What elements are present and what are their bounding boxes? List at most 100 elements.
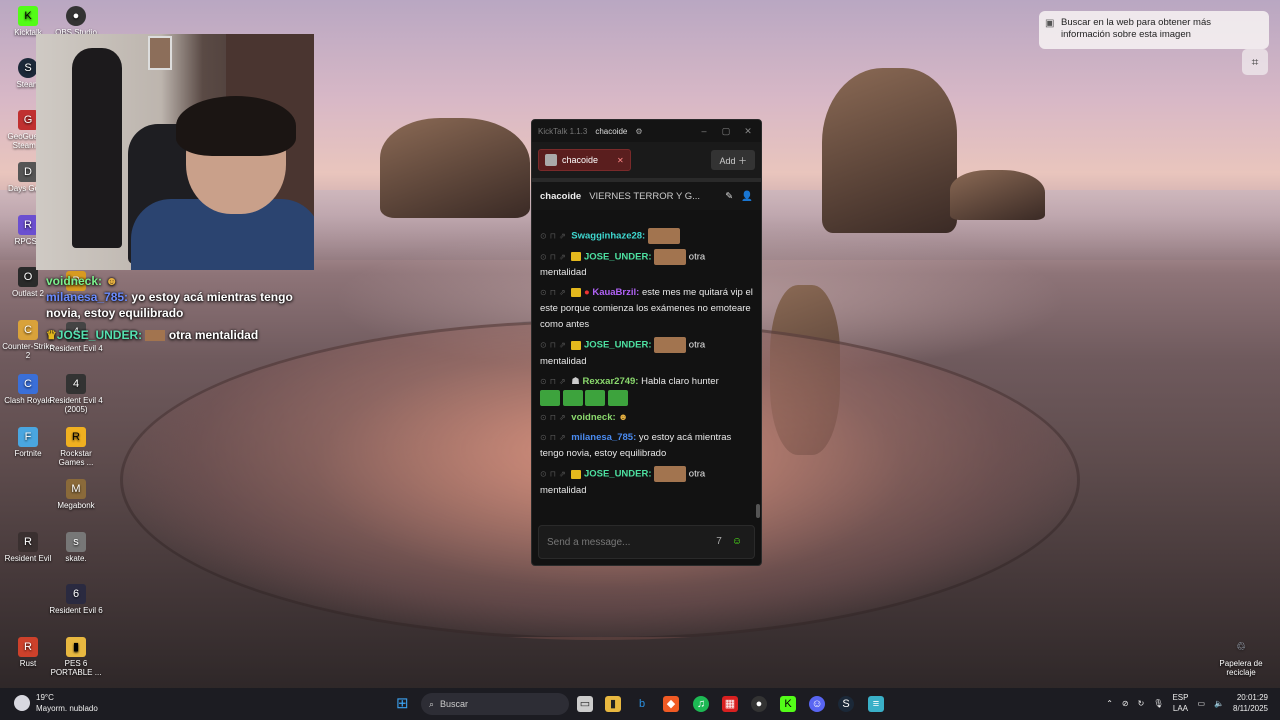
close-tab-icon[interactable]: ✕ (617, 156, 624, 165)
kick-emote-icon[interactable]: ☺ (728, 533, 746, 551)
user-icon[interactable]: 👤 (741, 191, 753, 202)
microphone-icon[interactable]: 🎙 (1153, 699, 1163, 708)
minimize-icon[interactable]: – (697, 126, 711, 136)
rpcs3-icon: R (18, 215, 38, 235)
seven-tv-emote-icon[interactable]: 7 (710, 533, 728, 551)
lens-tooltip-text: Buscar en la web para obtener más inform… (1061, 17, 1211, 40)
message-controls-icon[interactable]: ⊙⊓⇗ (540, 252, 569, 261)
emote-icon: ☻ (105, 274, 118, 288)
chat-message: ⊙⊓⇗ ● KauaBrzil: este mes me quitará vip… (540, 285, 753, 333)
display-icon[interactable]: ▭ (1197, 699, 1205, 708)
desktop-icon-obs[interactable]: ● OBS Studio (48, 6, 104, 37)
taskbar-search[interactable]: ⌕ Buscar (421, 693, 569, 715)
steam-taskbar-icon[interactable]: S (838, 696, 854, 712)
desktop-icon-pes6[interactable]: ▮ PES 6 PORTABLE ... (48, 637, 104, 677)
pin-icon[interactable]: ✎ (725, 191, 733, 202)
message-controls-icon[interactable]: ⊙⊓⇗ (540, 377, 569, 386)
message-controls-icon[interactable]: ⊙⊓⇗ (540, 232, 569, 241)
fortnite-tracker-icon[interactable]: ▦ (722, 696, 738, 712)
overlay-chat-line: milanesa_785: yo estoy acá mientras teng… (46, 289, 306, 321)
overlay-chat-user: voidneck: (46, 274, 103, 288)
weather-text: 19°C Mayorm. nublado (36, 692, 98, 714)
network-off-icon[interactable]: ⊘ (1122, 699, 1129, 708)
chat-username[interactable]: JOSE_UNDER: (584, 251, 652, 262)
megabonk-icon: M (66, 479, 86, 499)
language-indicator[interactable]: ESP LAA (1172, 692, 1188, 714)
emote-icon (540, 389, 560, 406)
folder-icon: ▮ (66, 637, 86, 657)
obs-taskbar-icon[interactable]: ● (751, 696, 767, 712)
notepad-icon[interactable]: ≡ (868, 696, 884, 712)
chat-username[interactable]: Swagginhaze28: (571, 231, 645, 242)
info-channel-name: chacoide (540, 190, 582, 202)
file-explorer-icon[interactable]: ▮ (605, 696, 621, 712)
windows-start-icon[interactable]: ⊞ (396, 696, 412, 712)
crown-badge-icon (571, 469, 582, 479)
volume-icon[interactable]: 🔈 (1214, 699, 1224, 708)
lang-bottom: LAA (1172, 704, 1189, 713)
desktop-icon-rockstar[interactable]: R Rockstar Games ... (48, 427, 104, 467)
chat-message: ⊙⊓⇗ ☗ Rexxar2749: Habla claro hunter (540, 374, 753, 407)
overlay-chat-user: milanesa_785: (46, 290, 129, 304)
chat-username[interactable]: JOSE_UNDER: (584, 340, 652, 351)
settings-gear-icon[interactable]: ⚙ (635, 127, 642, 136)
message-controls-icon[interactable]: ⊙⊓⇗ (540, 413, 569, 422)
kicktalk-icon: K (18, 6, 38, 26)
chat-username[interactable]: voidneck: (571, 412, 615, 423)
kicktalk-window: KickTalk 1.1.3 chacoide ⚙ – ▢ ✕ chacoide… (531, 119, 762, 566)
channel-avatar (545, 154, 557, 166)
rockstar-icon: R (66, 427, 86, 447)
maximize-icon[interactable]: ▢ (719, 126, 733, 137)
message-input[interactable]: Send a message... 7 ☺ (538, 525, 755, 559)
weather-widget[interactable]: 19°C Mayorm. nublado (14, 692, 98, 714)
tab-chacoide[interactable]: chacoide ✕ (538, 149, 631, 171)
desktop-icon-megabonk[interactable]: M Megabonk (48, 479, 104, 510)
add-label: Add (719, 156, 736, 166)
stream-chat-overlay: voidneck: ☻ milanesa_785: yo estoy acá m… (46, 273, 306, 343)
discord-icon[interactable]: ☺ (809, 696, 825, 712)
task-view-icon[interactable]: ▭ (577, 696, 593, 712)
taskbar: 19°C Mayorm. nublado ⊞ ⌕ Buscar ▭ ▮ b ◆ … (0, 688, 1280, 720)
counter-strike-icon: C (18, 320, 38, 340)
close-icon[interactable]: ✕ (741, 126, 755, 137)
clash-royale-icon: C (18, 374, 38, 394)
chat-username[interactable]: Rexxar2749: (582, 376, 638, 387)
desktop-icon-resident-evil-6[interactable]: 6 Resident Evil 6 (48, 584, 104, 615)
sync-icon[interactable]: ↻ (1138, 699, 1145, 708)
desktop-icon-skate[interactable]: s skate. (48, 532, 104, 563)
image-search-icon: ▣ (1045, 18, 1055, 29)
chat-username[interactable]: JOSE_UNDER: (584, 469, 652, 480)
chat-username[interactable]: milanesa_785: (571, 432, 636, 443)
chat-messages: ⊙⊓⇗ Swagginhaze28: ⊙⊓⇗ JOSE_UNDER: otra … (532, 224, 761, 520)
bing-icon[interactable]: b (634, 696, 650, 712)
chat-username[interactable]: KauaBrzil: (592, 287, 639, 298)
desktop-icon-recycle-bin[interactable]: ♲ Papelera de reciclaje (1213, 637, 1269, 677)
chat-message: ⊙⊓⇗ JOSE_UNDER: otra mentalidad (540, 248, 753, 282)
wall-picture (148, 36, 172, 70)
visual-search-button[interactable]: ⌗ (1242, 49, 1268, 75)
channel-tabs: chacoide ✕ Add ＋ (532, 142, 761, 178)
lens-search-tooltip[interactable]: ▣ Buscar en la web para obtener más info… (1039, 11, 1269, 49)
date: 8/11/2025 (1233, 704, 1268, 713)
poster-figure (72, 48, 122, 248)
message-controls-icon[interactable]: ⊙⊓⇗ (540, 470, 569, 479)
overlay-chat-line: ♛JOSE_UNDER: otra mentalidad (46, 327, 306, 343)
chat-message: ⊙⊓⇗ voidneck: ☻ (540, 410, 753, 426)
desktop-icon-resident-evil-4-2005[interactable]: 4 Resident Evil 4 (2005) (48, 374, 104, 414)
add-channel-button[interactable]: Add ＋ (711, 150, 755, 170)
spotify-icon[interactable]: ♫ (693, 696, 709, 712)
chevron-up-icon[interactable]: ⌃ (1106, 699, 1113, 708)
window-titlebar: KickTalk 1.1.3 chacoide ⚙ – ▢ ✕ (532, 120, 761, 142)
clock[interactable]: 20:01:29 8/11/2025 (1233, 692, 1268, 714)
resident-evil-4-2005-icon: 4 (66, 374, 86, 394)
crown-badge-icon: ♛ (46, 328, 57, 342)
message-controls-icon[interactable]: ⊙⊓⇗ (540, 341, 569, 350)
search-icon: ⌕ (429, 698, 435, 709)
kicktalk-taskbar-icon[interactable]: K (780, 696, 796, 712)
titlebar-channel[interactable]: chacoide (595, 127, 627, 136)
brave-icon[interactable]: ◆ (663, 696, 679, 712)
message-controls-icon[interactable]: ⊙⊓⇗ (540, 433, 569, 442)
time: 20:01:29 (1236, 693, 1268, 702)
chat-scrollbar[interactable] (756, 504, 760, 518)
message-controls-icon[interactable]: ⊙⊓⇗ (540, 288, 569, 297)
